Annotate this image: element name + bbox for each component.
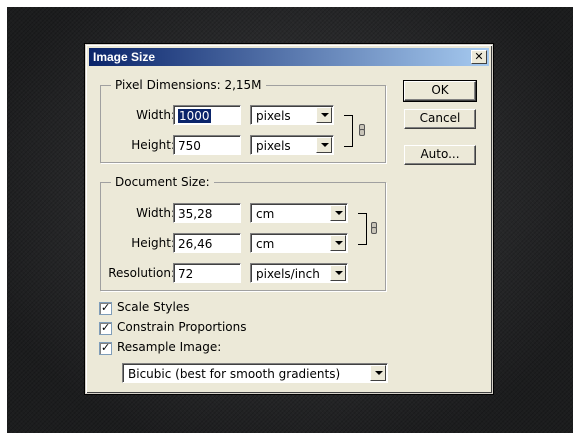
resample-method-select[interactable]: Bicubic (best for smooth gradients) xyxy=(122,363,388,383)
doc-height-input[interactable]: 26,46 xyxy=(173,233,241,253)
close-icon: ✕ xyxy=(474,50,484,63)
scale-styles-checkbox[interactable]: ✓ xyxy=(99,301,112,315)
cancel-button[interactable]: Cancel xyxy=(404,109,476,129)
pixel-height-label: Height: xyxy=(131,138,175,152)
doc-width-unit-select[interactable]: cm xyxy=(250,203,348,223)
chain-link-icon xyxy=(359,124,365,136)
image-size-dialog: Image Size ✕ Pixel Dimensions: 2,15M Wid… xyxy=(85,44,493,394)
auto-button[interactable]: Auto... xyxy=(404,145,476,165)
resolution-value: 72 xyxy=(178,267,194,281)
resample-image-label: Resample Image: xyxy=(117,340,222,354)
pixel-width-unit-value: pixels xyxy=(256,109,291,123)
chevron-down-icon[interactable] xyxy=(330,235,346,251)
doc-height-unit-value: cm xyxy=(256,237,275,251)
constrain-proportions-checkbox[interactable]: ✓ xyxy=(99,321,112,335)
pixel-height-unit-value: pixels xyxy=(256,139,291,153)
pixel-dimensions-group: Pixel Dimensions: 2,15M Width: 1000 pixe… xyxy=(100,78,386,163)
resolution-unit-select[interactable]: pixels/inch xyxy=(250,263,348,283)
resample-image-option[interactable]: ✓ Resample Image: xyxy=(99,340,259,356)
dialog-title: Image Size xyxy=(93,50,156,64)
doc-link-bracket xyxy=(358,213,367,245)
pixel-width-label: Width: xyxy=(136,108,175,122)
title-bar[interactable]: Image Size ✕ xyxy=(89,48,489,66)
resample-method-value: Bicubic (best for smooth gradients) xyxy=(128,367,341,381)
pixel-width-unit-select[interactable]: pixels xyxy=(250,105,334,125)
doc-width-label: Width: xyxy=(136,206,175,220)
doc-width-input[interactable]: 35,28 xyxy=(173,203,241,223)
resolution-label: Resolution: xyxy=(108,266,175,280)
document-size-legend: Document Size: xyxy=(111,175,214,189)
resolution-unit-value: pixels/inch xyxy=(256,267,320,281)
chevron-down-icon[interactable] xyxy=(330,265,346,281)
constrain-proportions-option[interactable]: ✓ Constrain Proportions xyxy=(99,320,279,336)
resample-image-checkbox[interactable]: ✓ xyxy=(99,341,112,355)
pixel-link-bracket xyxy=(344,115,353,147)
pixel-height-input[interactable]: 750 xyxy=(173,135,241,155)
ok-button[interactable]: OK xyxy=(403,80,477,102)
pixel-dimensions-legend: Pixel Dimensions: 2,15M xyxy=(111,78,266,92)
document-size-group: Document Size: Width: 35,28 cm Height: 2… xyxy=(100,175,386,291)
doc-height-unit-select[interactable]: cm xyxy=(250,233,348,253)
close-button[interactable]: ✕ xyxy=(471,50,487,64)
resolution-input[interactable]: 72 xyxy=(173,263,241,283)
doc-width-value: 35,28 xyxy=(178,207,213,221)
checkmark-icon: ✓ xyxy=(101,321,111,334)
checkmark-icon: ✓ xyxy=(101,301,111,314)
doc-height-value: 26,46 xyxy=(178,237,213,251)
scale-styles-option[interactable]: ✓ Scale Styles xyxy=(99,300,259,316)
constrain-proportions-label: Constrain Proportions xyxy=(117,320,247,334)
doc-width-unit-value: cm xyxy=(256,207,275,221)
chevron-down-icon[interactable] xyxy=(316,107,332,123)
chevron-down-icon[interactable] xyxy=(370,365,386,381)
checkmark-icon: ✓ xyxy=(101,341,111,354)
chevron-down-icon[interactable] xyxy=(316,137,332,153)
pixel-width-input[interactable]: 1000 xyxy=(173,105,241,125)
doc-height-label: Height: xyxy=(131,236,175,250)
pixel-width-value: 1000 xyxy=(178,109,211,123)
pixel-height-value: 750 xyxy=(178,139,201,153)
scale-styles-label: Scale Styles xyxy=(117,300,190,314)
chain-link-icon xyxy=(371,222,377,234)
pixel-height-unit-select[interactable]: pixels xyxy=(250,135,334,155)
chevron-down-icon[interactable] xyxy=(330,205,346,221)
